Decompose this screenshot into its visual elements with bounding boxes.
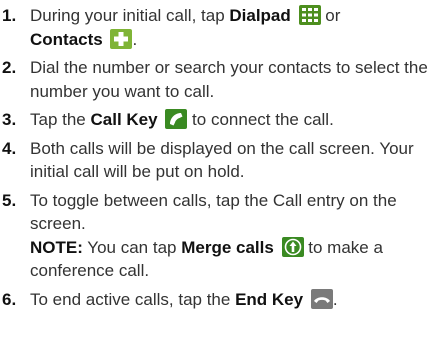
contacts-icon [110, 28, 133, 49]
step-text: Both calls will be displayed on the call… [30, 138, 414, 182]
step-3: 3. Tap the Call Key to connect the call. [0, 108, 442, 132]
step-number: 2. [2, 58, 17, 77]
step-text-part: During your initial call, tap [30, 6, 230, 25]
step-1: 1. During your initial call, tap Dialpad… [0, 4, 442, 51]
step-number: 3. [2, 110, 17, 129]
step-text-part: . [332, 289, 338, 309]
dialpad-label: Dialpad [229, 6, 291, 25]
note: NOTE: You can tap Merge calls to make a … [30, 236, 442, 283]
step-text-part: To end active calls, tap the [30, 289, 236, 309]
step-5: 5. To toggle between calls, tap the Call… [0, 189, 442, 283]
step-text-part: Tap the [30, 110, 91, 129]
step-text: To end active calls, tap the End Key . [30, 288, 442, 312]
step-6: 6. To end active calls, tap the End Key … [0, 288, 442, 312]
merge-calls-icon [281, 236, 304, 257]
contacts-label: Contacts [30, 29, 103, 49]
step-text: During your initial call, tap Dialpad or… [30, 4, 442, 51]
end-key-icon [310, 288, 333, 309]
call-key-label: Call Key [90, 110, 158, 129]
dialpad-icon [298, 5, 321, 25]
step-text-part: to connect the call. [187, 110, 334, 129]
step-text: Tap the Call Key to connect the call. [30, 108, 442, 132]
end-key-label: End Key [235, 289, 304, 309]
step-number: 5. [2, 190, 17, 210]
step-number: 6. [2, 289, 17, 309]
step-text-part: To toggle between calls, tap the Call en… [30, 190, 397, 234]
step-text-part: . [132, 29, 138, 49]
note-text-part: You can tap [82, 237, 182, 257]
step-number: 4. [2, 138, 17, 158]
step-text-part: or [320, 6, 341, 25]
merge-calls-label: Merge calls [181, 237, 274, 257]
step-number: 1. [2, 6, 17, 25]
step-2: 2. Dial the number or search your contac… [0, 56, 442, 103]
step-4: 4. Both calls will be displayed on the c… [0, 137, 442, 184]
call-key-icon [165, 109, 188, 129]
step-text: To toggle between calls, tap the Call en… [30, 189, 442, 283]
note-label: NOTE: [30, 237, 83, 257]
instruction-list: 1. During your initial call, tap Dialpad… [0, 0, 442, 311]
step-text: Dial the number or search your contacts … [30, 58, 428, 101]
